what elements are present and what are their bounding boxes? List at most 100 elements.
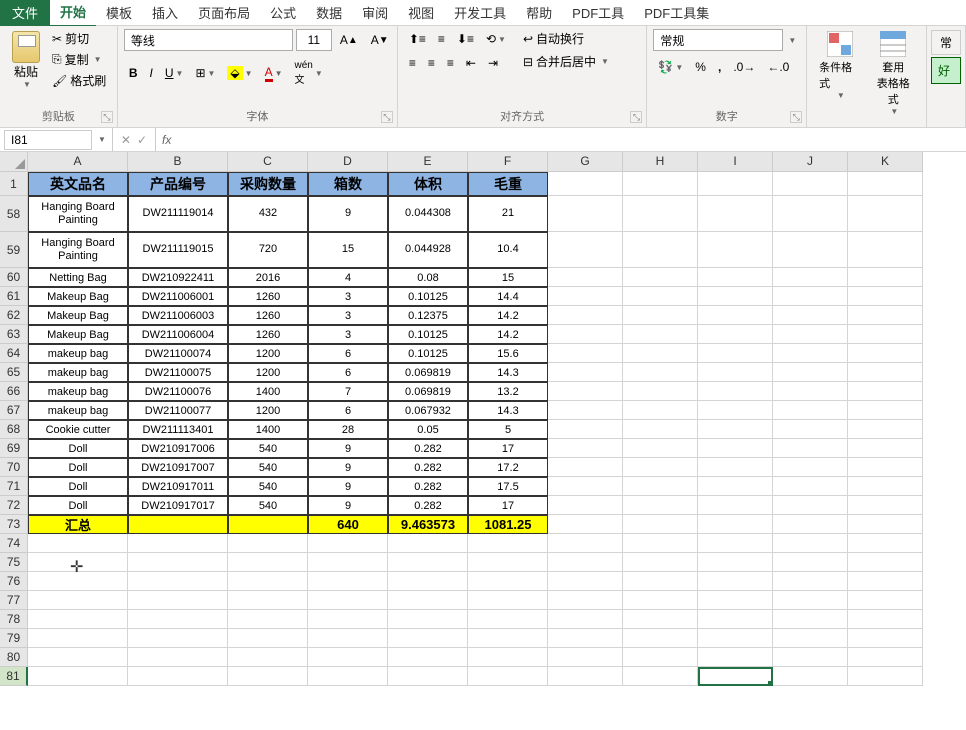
table-cell[interactable]: 0.10125 <box>388 325 468 344</box>
clipboard-expand-icon[interactable]: ⤡ <box>101 111 113 123</box>
cell[interactable] <box>468 572 548 591</box>
cell[interactable] <box>548 172 623 196</box>
table-cell[interactable]: 0.067932 <box>388 401 468 420</box>
cell[interactable] <box>698 420 773 439</box>
cell[interactable] <box>623 344 698 363</box>
cell[interactable] <box>308 591 388 610</box>
cell[interactable] <box>548 420 623 439</box>
cell[interactable] <box>773 610 848 629</box>
cell[interactable] <box>848 325 923 344</box>
cell[interactable] <box>623 496 698 515</box>
cell[interactable] <box>128 553 228 572</box>
cell[interactable] <box>228 667 308 686</box>
cell[interactable] <box>848 306 923 325</box>
table-cell[interactable]: Doll <box>28 496 128 515</box>
table-cell[interactable]: 4 <box>308 268 388 287</box>
col-header-I[interactable]: I <box>698 152 773 172</box>
italic-button[interactable]: I <box>145 63 158 83</box>
row-header-79[interactable]: 79 <box>0 629 28 648</box>
cell[interactable] <box>128 629 228 648</box>
table-cell[interactable]: 21 <box>468 196 548 232</box>
cell[interactable] <box>128 534 228 553</box>
cell[interactable] <box>28 534 128 553</box>
cell[interactable] <box>623 515 698 534</box>
cell[interactable] <box>773 477 848 496</box>
table-header[interactable]: 箱数 <box>308 172 388 196</box>
menu-file[interactable]: 文件 <box>0 0 50 26</box>
table-cell[interactable]: 7 <box>308 382 388 401</box>
namebox-dropdown-icon[interactable]: ▼ <box>98 135 106 144</box>
paste-button[interactable]: 粘贴 ▼ <box>6 29 46 91</box>
cell[interactable] <box>623 306 698 325</box>
increase-indent-button[interactable]: ⇥ <box>483 53 503 73</box>
row-header-58[interactable]: 58 <box>0 196 28 232</box>
formula-bar[interactable] <box>177 130 966 150</box>
cell[interactable] <box>388 610 468 629</box>
cell[interactable] <box>623 325 698 344</box>
table-cell[interactable]: DW211006003 <box>128 306 228 325</box>
cell[interactable] <box>28 667 128 686</box>
table-cell[interactable]: 9 <box>308 496 388 515</box>
table-cell[interactable]: 0.044308 <box>388 196 468 232</box>
cell[interactable] <box>848 196 923 232</box>
cell[interactable] <box>468 648 548 667</box>
cell[interactable] <box>228 534 308 553</box>
cell[interactable] <box>773 572 848 591</box>
col-header-H[interactable]: H <box>623 152 698 172</box>
table-header[interactable]: 采购数量 <box>228 172 308 196</box>
cancel-formula-icon[interactable]: ✕ <box>121 133 131 147</box>
cell[interactable] <box>548 268 623 287</box>
table-cell[interactable]: DW21100075 <box>128 363 228 382</box>
cell[interactable] <box>623 477 698 496</box>
row-header-66[interactable]: 66 <box>0 382 28 401</box>
table-cell[interactable]: 0.10125 <box>388 344 468 363</box>
cell[interactable] <box>698 515 773 534</box>
table-cell[interactable]: DW211006001 <box>128 287 228 306</box>
increase-decimal-button[interactable]: .0→ <box>728 57 760 77</box>
cell[interactable] <box>548 534 623 553</box>
cell[interactable] <box>308 553 388 572</box>
cell[interactable] <box>698 196 773 232</box>
table-header[interactable]: 产品编号 <box>128 172 228 196</box>
cell[interactable] <box>698 401 773 420</box>
merge-center-button[interactable]: ⊟合并后居中▼ <box>521 52 611 71</box>
decrease-decimal-button[interactable]: ←.0 <box>762 57 794 77</box>
table-cell[interactable]: Makeup Bag <box>28 325 128 344</box>
cell[interactable] <box>698 382 773 401</box>
table-cell[interactable]: 9 <box>308 477 388 496</box>
cell[interactable] <box>698 553 773 572</box>
table-cell[interactable]: 1260 <box>228 306 308 325</box>
accept-formula-icon[interactable]: ✓ <box>137 133 147 147</box>
cell[interactable] <box>773 420 848 439</box>
underline-button[interactable]: U▼ <box>160 63 189 83</box>
align-bottom-button[interactable]: ⬇≡ <box>452 29 479 49</box>
table-cell[interactable]: 15.6 <box>468 344 548 363</box>
table-cell[interactable]: Cookie cutter <box>28 420 128 439</box>
table-cell[interactable]: 0.08 <box>388 268 468 287</box>
sum-cell[interactable] <box>128 515 228 534</box>
table-cell[interactable]: 17 <box>468 439 548 458</box>
col-header-G[interactable]: G <box>548 152 623 172</box>
table-cell[interactable]: DW210917006 <box>128 439 228 458</box>
cell[interactable] <box>623 401 698 420</box>
col-header-K[interactable]: K <box>848 152 923 172</box>
font-name-input[interactable] <box>124 29 293 51</box>
row-header-1[interactable]: 1 <box>0 172 28 196</box>
cell[interactable] <box>623 172 698 196</box>
menu-dev[interactable]: 开发工具 <box>444 0 516 26</box>
cell[interactable] <box>848 287 923 306</box>
cell[interactable] <box>388 667 468 686</box>
cell[interactable] <box>128 648 228 667</box>
row-header-71[interactable]: 71 <box>0 477 28 496</box>
table-cell[interactable]: DW211006004 <box>128 325 228 344</box>
sum-cell[interactable]: 9.463573 <box>388 515 468 534</box>
menu-home[interactable]: 开始 <box>50 0 96 27</box>
row-header-62[interactable]: 62 <box>0 306 28 325</box>
col-header-J[interactable]: J <box>773 152 848 172</box>
cell[interactable] <box>773 515 848 534</box>
font-expand-icon[interactable]: ⤡ <box>381 111 393 123</box>
cell[interactable] <box>308 629 388 648</box>
align-left-button[interactable]: ≡ <box>404 53 421 73</box>
cell[interactable] <box>623 268 698 287</box>
table-cell[interactable]: 9 <box>308 458 388 477</box>
